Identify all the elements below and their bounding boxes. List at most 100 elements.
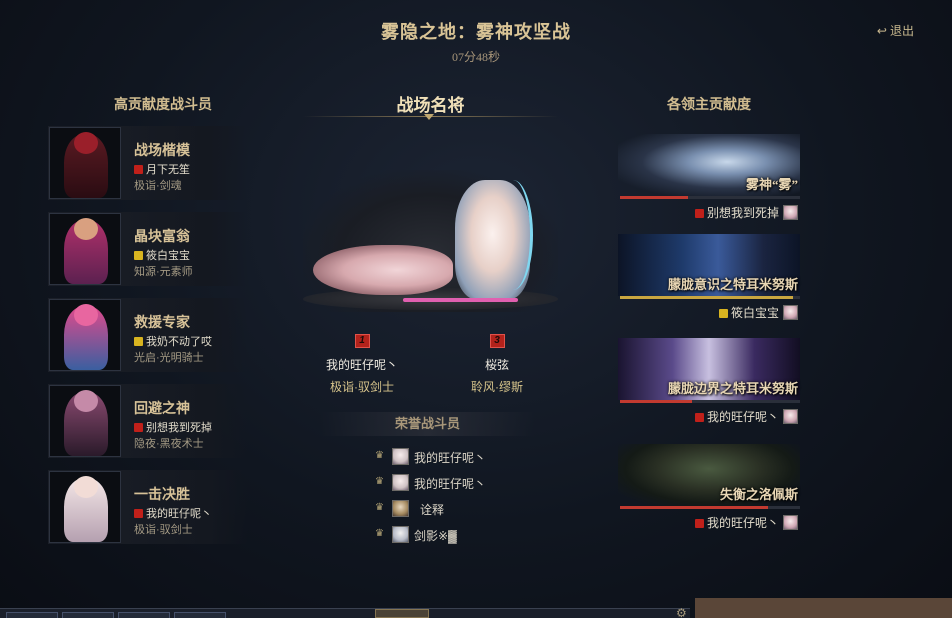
- honor-member[interactable]: ♛ 我的旺仔呢丶: [375, 473, 525, 493]
- boss-player-name: 我的旺仔呢丶: [706, 516, 779, 530]
- player-avatar: [783, 515, 798, 530]
- character-head: [74, 390, 98, 412]
- rank-badge-icon: [134, 165, 143, 174]
- fighter-title: 一击决胜: [134, 488, 190, 503]
- mvp-class: 聆风·缪斯: [471, 380, 523, 394]
- boss-name: 失衡之洛佩斯: [719, 487, 798, 502]
- fighter-portrait: [49, 471, 121, 543]
- boss-card[interactable]: 失衡之洛佩斯 我的旺仔呢丶: [618, 444, 800, 530]
- fighter-title: 回避之神: [134, 402, 190, 417]
- fighter-card[interactable]: 回避之神 别想我到死掉 隐夜·黑夜术士: [48, 384, 248, 458]
- fighter-card[interactable]: 一击决胜 我的旺仔呢丶 极诣·驭剑士: [48, 470, 248, 544]
- mvp-rank-badge: 3: [489, 334, 505, 348]
- fighter-card[interactable]: 救援专家 我奶不动了哎 光启·光明骑士: [48, 298, 248, 372]
- fighter-player: 我的旺仔呢丶: [134, 505, 212, 521]
- chat-tab[interactable]: [118, 612, 170, 618]
- boss-card[interactable]: 朦胧意识之特耳米努斯 筱白宝宝: [618, 234, 800, 320]
- crown-icon: ♛: [375, 502, 384, 513]
- rank-badge-icon: [134, 337, 143, 346]
- rank-badge-icon: [694, 519, 704, 528]
- boss-player-name: 筱白宝宝: [730, 306, 779, 320]
- honor-member[interactable]: ♛ 我的旺仔呢丶: [375, 447, 525, 467]
- fighter-class: 知源·元素师: [134, 266, 193, 278]
- boss-contribution-bar: [620, 296, 800, 299]
- fighter-player-name: 月下无笙: [146, 164, 190, 176]
- mvp-stage: [303, 170, 558, 312]
- battle-timer: 07分48秒: [451, 50, 500, 64]
- fighter-portrait: [49, 127, 121, 199]
- fighter-player-name: 我的旺仔呢丶: [146, 508, 212, 520]
- mvp-character-left: [313, 245, 453, 295]
- member-name: 我的旺仔呢丶: [414, 477, 487, 491]
- boss-contribution-bar: [620, 400, 800, 403]
- exit-label: 退出: [889, 24, 914, 38]
- rank-badge-icon: [718, 309, 728, 318]
- crown-icon: ♛: [375, 528, 384, 539]
- rank-badge-icon: [694, 413, 704, 422]
- honor-title: 荣誉战斗员: [320, 412, 535, 436]
- member-avatar: [392, 500, 409, 517]
- boss-bar-fill: [620, 400, 692, 403]
- exit-arrow-icon: ↩: [876, 24, 887, 38]
- player-avatar: [783, 305, 798, 320]
- boss-top-player: 我的旺仔呢丶: [694, 408, 798, 425]
- rank-badge-icon: [134, 423, 143, 432]
- boss-top-player: 我的旺仔呢丶: [694, 514, 798, 531]
- boss-name: 朦胧边界之特耳米努斯: [667, 381, 798, 396]
- chat-tab[interactable]: [174, 612, 226, 618]
- boss-contribution-bar: [620, 196, 800, 199]
- player-avatar: [783, 205, 798, 220]
- mid-column-title: 战场名将: [396, 96, 465, 115]
- chat-tab[interactable]: [62, 612, 114, 618]
- fighter-class: 光启·光明骑士: [134, 352, 204, 364]
- pink-sword: [403, 298, 518, 302]
- fighter-card[interactable]: 晶块富翁 筱白宝宝 知源·元素师: [48, 212, 248, 286]
- boss-bar-fill: [620, 196, 689, 199]
- fighter-player: 我奶不动了哎: [134, 333, 212, 349]
- member-name: 剑影※▓: [414, 529, 457, 543]
- honor-member[interactable]: ♛ 诠释: [375, 499, 525, 519]
- rank-badge-icon: [694, 209, 704, 218]
- rank-badge-icon: [134, 251, 143, 260]
- member-name: 诠释: [420, 503, 445, 517]
- bottom-action-button[interactable]: [375, 609, 429, 618]
- boss-bar-fill: [620, 506, 768, 509]
- fighter-title: 晶块富翁: [134, 230, 190, 245]
- gear-icon[interactable]: ⚙: [676, 607, 687, 618]
- character-head: [74, 218, 98, 240]
- fighter-class: 极诣·剑魂: [134, 180, 182, 192]
- fighter-title: 救援专家: [134, 316, 190, 331]
- fighter-portrait: [49, 385, 121, 457]
- background-scene: [695, 598, 952, 618]
- fighter-player-name: 别想我到死掉: [146, 422, 212, 434]
- mvp-entry[interactable]: 1 我的旺仔呢丶 极诣·驭剑士: [307, 330, 417, 395]
- boss-card[interactable]: 雾神“雾” 别想我到死掉: [618, 134, 800, 220]
- honor-member[interactable]: ♛ 剑影※▓: [375, 525, 525, 545]
- fighter-class: 极诣·驭剑士: [134, 524, 193, 536]
- boss-name: 朦胧意识之特耳米努斯: [667, 277, 798, 292]
- boss-name: 雾神“雾”: [745, 177, 798, 192]
- boss-top-player: 筱白宝宝: [718, 304, 798, 321]
- fighter-portrait: [49, 299, 121, 371]
- title-pointer-icon: [424, 114, 434, 120]
- page-title: 雾隐之地：雾神攻坚战: [381, 22, 571, 42]
- chat-tab[interactable]: [6, 612, 58, 618]
- character-head: [74, 304, 98, 326]
- fighter-card[interactable]: 战场楷模 月下无笙 极诣·剑魂: [48, 126, 248, 200]
- fighter-player: 月下无笙: [134, 161, 190, 177]
- mvp-name: 我的旺仔呢丶: [325, 358, 398, 372]
- boss-player-name: 我的旺仔呢丶: [706, 410, 779, 424]
- member-name: 我的旺仔呢丶: [414, 451, 487, 465]
- mvp-class: 极诣·驭剑士: [330, 380, 394, 394]
- header: 雾隐之地：雾神攻坚战 07分48秒: [0, 18, 952, 65]
- boss-card[interactable]: 朦胧边界之特耳米努斯 我的旺仔呢丶: [618, 338, 800, 424]
- boss-bar-fill: [620, 296, 793, 299]
- fighter-portrait: [49, 213, 121, 285]
- exit-button[interactable]: ↩ 退出: [877, 22, 914, 39]
- fighter-title: 战场楷模: [134, 144, 190, 159]
- right-column-title: 各领主贡献度: [667, 98, 751, 113]
- mvp-entry[interactable]: 3 桜弦 聆风·缪斯: [442, 330, 552, 395]
- fighter-class: 隐夜·黑夜术士: [134, 438, 204, 450]
- fighter-player-name: 筱白宝宝: [146, 250, 190, 262]
- member-avatar: [392, 474, 409, 491]
